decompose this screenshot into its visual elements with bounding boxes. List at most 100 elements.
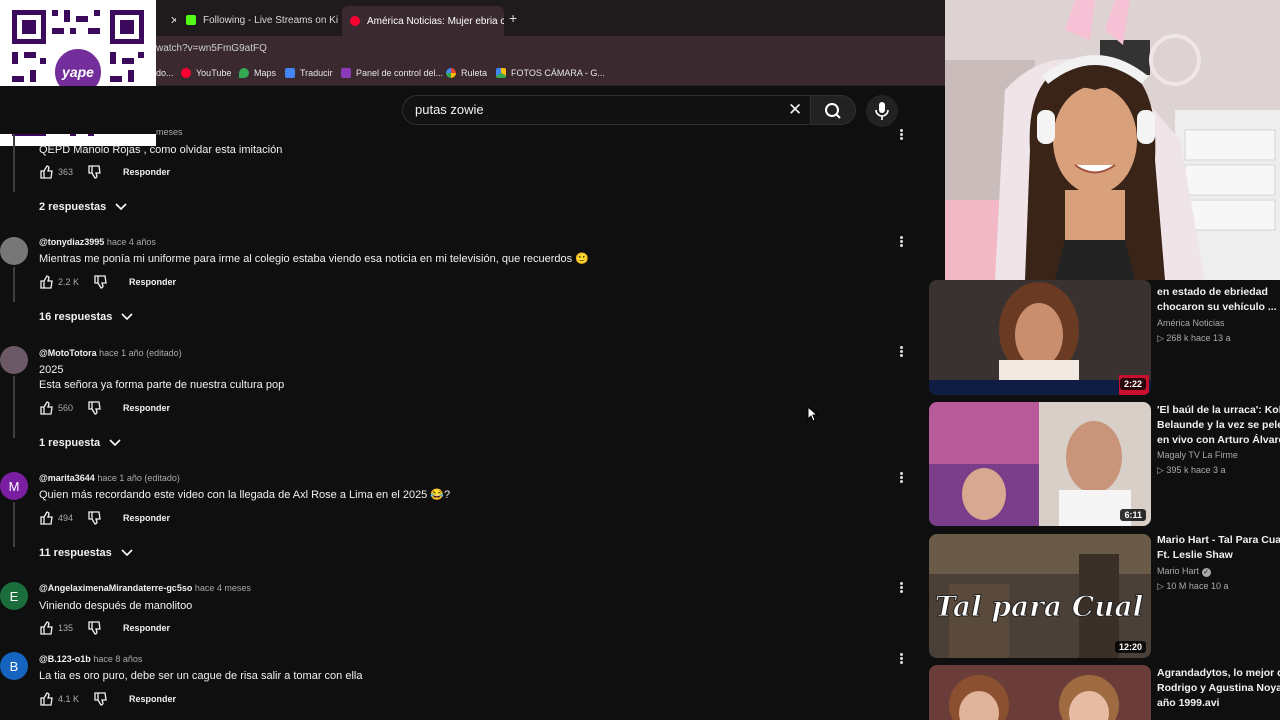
chevron-down-icon [115,203,127,211]
clear-search-icon[interactable]: ✕ [788,100,802,120]
video-thumbnail[interactable]: 2:22 [929,280,1151,395]
dislike-icon[interactable] [87,511,101,525]
avatar[interactable]: M [0,472,28,500]
comment-author[interactable]: @MotoTotora [39,348,97,358]
thumbnail-image: Tal para Cual [929,534,1151,658]
chevron-down-icon [121,313,133,321]
video-thumbnail[interactable]: Tal para Cual 12:20 [929,534,1151,658]
comments-section: meses QEPD Manolo Rojas , como olvidar e… [0,127,925,720]
verified-icon: ✓ [1201,568,1211,577]
comment-meta: @marita3644 hace 1 año (editado) [39,473,180,483]
comment-options-icon[interactable] [897,581,905,595]
bookmark-maps[interactable]: Maps [239,68,276,78]
bookmark-fotos-camara[interactable]: FOTOS CÁMARA - G... [496,68,605,78]
comment-options-icon[interactable] [897,128,905,142]
thread-line [13,502,15,547]
reply-button[interactable]: Responder [123,403,170,413]
comment-actions: 135 Responder [39,620,170,636]
search-button[interactable] [810,95,856,125]
avatar[interactable] [0,237,28,265]
like-icon[interactable] [39,165,53,179]
bookmark-traducir[interactable]: Traducir [285,68,333,78]
bookmark-item[interactable]: do... [156,68,174,78]
replies-toggle[interactable]: 2 respuestas [39,201,128,213]
replies-toggle[interactable]: 1 respuesta [39,437,122,449]
comment-options-icon[interactable] [897,652,905,666]
video-title-line3[interactable]: en vivo con Arturo Álvarez... [1157,433,1280,448]
reply-button[interactable]: Responder [129,277,176,287]
video-title[interactable]: en estado de ebriedad [1157,285,1280,300]
dislike-icon[interactable] [87,165,101,179]
like-icon[interactable] [39,511,53,525]
like-count: 560 [58,403,74,413]
url-text[interactable]: watch?v=wn5FmG9atFQ [156,43,267,54]
comment-author[interactable]: @tonydiaz3995 [39,237,104,247]
bookmark-panel-control[interactable]: Panel de control del... [341,68,443,78]
new-tab-button[interactable]: + [509,10,517,26]
tab-america-noticias[interactable]: América Noticias: Mujer ebria c ✕ [342,6,504,36]
video-title[interactable]: Mario Hart - Tal Para Cual [1157,533,1280,548]
chevron-down-icon [109,439,121,447]
dislike-icon[interactable] [93,275,107,289]
youtube-icon [181,68,191,78]
comment-text: Mientras me ponía mi uniforme para irme … [39,253,589,265]
comment-options-icon[interactable] [897,345,905,359]
comment-actions: 363 Responder [39,164,170,180]
video-title-line3[interactable]: año 1999.avi [1157,696,1280,711]
like-count: 4.1 K [58,694,80,704]
comment-actions: 494 Responder [39,510,170,526]
video-title-line2[interactable]: Belaunde y la vez se peleó [1157,418,1280,433]
voice-search-button[interactable] [866,95,898,127]
reply-button[interactable]: Responder [123,167,170,177]
comment-author[interactable]: @marita3644 [39,473,95,483]
video-thumbnail[interactable]: 6:11 [929,402,1151,526]
reply-button[interactable]: Responder [123,513,170,523]
like-icon[interactable] [39,401,53,415]
video-duration: 2:22 [1119,378,1146,390]
video-title[interactable]: 'El baúl de la urraca': Koky [1157,403,1280,418]
replies-toggle[interactable]: 11 respuestas [39,547,134,559]
youtube-icon [350,16,360,26]
comment-text: Quien más recordando este video con la l… [39,489,451,501]
video-channel[interactable]: América Noticias [1157,318,1225,328]
like-icon[interactable] [39,621,53,635]
reply-button[interactable]: Responder [123,623,170,633]
avatar[interactable]: B [0,652,28,680]
video-title-line2[interactable]: Ft. Leslie Shaw [1157,548,1280,563]
bookmark-youtube[interactable]: YouTube [181,68,231,78]
video-title-line2[interactable]: Rodrigo y Agustina Noya [1157,681,1280,696]
reply-button[interactable]: Responder [129,694,176,704]
video-channel[interactable]: Magaly TV La Firme [1157,450,1238,460]
dislike-icon[interactable] [87,401,101,415]
dislike-icon[interactable] [87,621,101,635]
streamer-webcam-image [945,0,1280,280]
video-title-line2[interactable]: chocaron su vehículo ... [1157,300,1280,315]
dislike-icon[interactable] [93,692,107,706]
like-count: 2.2 K [58,277,80,287]
video-title[interactable]: Agrandadytos, lo mejor de [1157,666,1280,681]
bookmark-ruleta[interactable]: Ruleta [446,68,487,78]
webcam-overlay [945,0,1280,280]
avatar[interactable] [0,346,28,374]
search-query[interactable]: putas zowie [415,102,484,117]
mouse-cursor-icon [807,406,819,422]
like-icon[interactable] [39,692,53,706]
video-thumbnail[interactable] [929,665,1151,720]
replies-toggle[interactable]: 16 respuestas [39,311,134,323]
avatar[interactable]: E [0,582,28,610]
comment-author[interactable]: @AngelaximenaMirandaterre-gc5so [39,583,192,593]
thread-line [13,267,15,302]
chevron-down-icon [121,549,133,557]
tab-close-button[interactable]: ✕ [156,8,176,32]
tab-kick-following[interactable]: Following - Live Streams on Kic ✕ [178,8,338,32]
comment-options-icon[interactable] [897,235,905,249]
video-stats: ▷ 268 k hace 13 a [1157,333,1231,343]
like-icon[interactable] [39,275,53,289]
thumbnail-image [929,665,1151,720]
video-duration: 6:11 [1120,509,1146,521]
comment-options-icon[interactable] [897,471,905,485]
video-channel[interactable]: Mario Hart ✓ [1157,566,1211,577]
comment-time: meses [156,127,183,137]
comment-meta: @MotoTotora hace 1 año (editado) [39,348,182,358]
comment-author[interactable]: @B.123-o1b [39,654,91,664]
